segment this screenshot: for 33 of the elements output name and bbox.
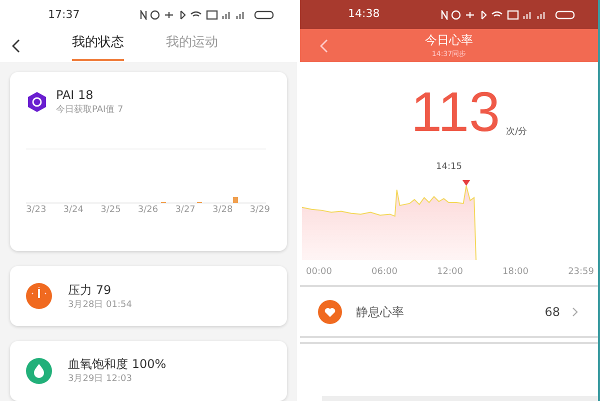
pai-logo-icon xyxy=(26,90,48,113)
chevron-icon xyxy=(572,306,578,317)
gauge-icon xyxy=(26,283,52,310)
date-label: 3/28 xyxy=(212,204,233,216)
status-time: 17:37 xyxy=(48,6,80,23)
axis-label: 06:00 xyxy=(372,266,398,279)
tab[interactable]: 我的状态 xyxy=(72,31,124,61)
date-label: 3/29 xyxy=(250,204,270,216)
drop-icon xyxy=(26,358,52,384)
unit-label: 次/分 xyxy=(506,126,528,140)
axis-label: 00:00 xyxy=(306,266,332,279)
resting-value: 68 xyxy=(544,304,560,321)
date-label: 3/25 xyxy=(100,204,121,216)
status-time: 14:38 xyxy=(348,6,380,22)
peak-time: 14:15 xyxy=(436,162,462,172)
axis-label: 18:00 xyxy=(502,266,528,279)
date-label: 3/26 xyxy=(138,204,158,216)
axis-label: 23:59 xyxy=(568,266,594,279)
date-label: 3/27 xyxy=(175,204,196,216)
back-icon[interactable] xyxy=(12,39,20,53)
heart-rate-value: 113 xyxy=(410,84,500,140)
metric-title: 血氧饱和度 100% xyxy=(68,356,166,374)
header-title: 今日心率 xyxy=(425,32,473,50)
resting-label: 静息心率 xyxy=(356,304,405,321)
axis-label: 12:00 xyxy=(437,266,463,279)
date-label: 3/23 xyxy=(26,204,46,216)
pai-subtitle: 今日获取PAI值 7 xyxy=(56,104,124,117)
pai-title: PAI 18 xyxy=(56,87,94,104)
metric-title: 压力 79 xyxy=(68,282,112,299)
metric-time: 3月28日 01:54 xyxy=(68,298,132,312)
date-label: 3/24 xyxy=(63,204,84,216)
resting-heart-rate-row[interactable]: 静息心率 68 xyxy=(300,287,598,338)
metric-time: 3月29日 12:03 xyxy=(68,373,133,386)
